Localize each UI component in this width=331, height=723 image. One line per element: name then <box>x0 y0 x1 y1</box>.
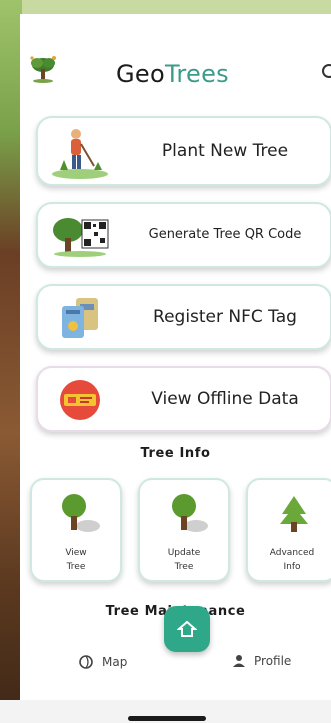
plant-new-tree-label: Plant New Tree <box>161 141 289 161</box>
background-photo-strip <box>0 0 22 723</box>
tree-icon <box>54 492 102 538</box>
advanced-info-card[interactable]: Advanced Info <box>246 478 331 582</box>
view-tree-card[interactable]: View Tree <box>30 478 122 582</box>
update-tree-label: Update Tree <box>167 548 201 572</box>
home-button[interactable] <box>164 606 210 652</box>
map-icon <box>79 655 93 669</box>
planting-person-icon <box>50 126 110 179</box>
nfc-tag-icon <box>50 294 110 342</box>
register-nfc-tag-label: Register NFC Tag <box>153 307 297 327</box>
register-nfc-tag-button[interactable]: Register NFC Tag <box>36 284 331 350</box>
leafy-tree-icon <box>270 492 318 538</box>
app-title-trees: Trees <box>164 60 229 88</box>
nav-profile[interactable]: Profile <box>232 654 291 668</box>
view-offline-data-label: View Offline Data <box>151 389 299 409</box>
app-screen: GeoTrees Plant New Tree Generate Tree QR… <box>20 14 331 700</box>
generate-tree-qr-code-button[interactable]: Generate Tree QR Code <box>36 202 331 268</box>
generate-tree-qr-code-label: Generate Tree QR Code <box>148 227 302 242</box>
nav-profile-label: Profile <box>254 654 292 668</box>
nav-map-label: Map <box>102 655 128 669</box>
tree-info-heading: Tree Info <box>140 446 211 461</box>
view-offline-data-button[interactable]: View Offline Data <box>36 366 331 432</box>
plant-new-tree-button[interactable]: Plant New Tree <box>36 116 331 186</box>
view-tree-label: View Tree <box>65 548 87 572</box>
offline-data-icon <box>50 376 110 424</box>
profile-icon <box>233 655 245 667</box>
system-home-indicator[interactable] <box>128 716 206 721</box>
home-icon <box>177 620 197 637</box>
app-title-geo: Geo <box>116 60 165 88</box>
app-title: GeoTrees <box>116 60 229 88</box>
search-icon[interactable] <box>320 62 331 82</box>
nav-map[interactable]: Map <box>78 654 127 670</box>
update-tree-card[interactable]: Update Tree <box>138 478 230 582</box>
tree-qr-code-icon <box>50 212 110 260</box>
tree-update-icon <box>162 492 210 538</box>
background-top <box>0 0 331 14</box>
geotrees-logo-icon <box>26 54 60 84</box>
advanced-info-label: Advanced Info <box>269 548 315 572</box>
